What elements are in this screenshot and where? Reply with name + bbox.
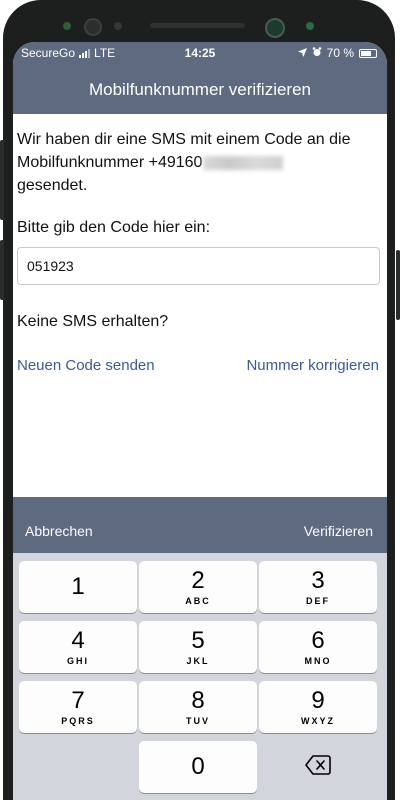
key-1[interactable]: 1 <box>19 561 137 613</box>
phone-frame: SecureGo LTE 14:25 70 % Mobilfunknummer … <box>0 0 400 800</box>
volume-button <box>0 240 4 300</box>
volume-button <box>0 140 4 220</box>
backspace-key[interactable] <box>259 741 377 793</box>
status-bar: SecureGo LTE 14:25 70 % <box>13 42 387 66</box>
key-number: 5 <box>191 627 205 654</box>
app-header: SecureGo LTE 14:25 70 % Mobilfunknummer … <box>13 42 387 114</box>
key-letters: MNO <box>304 656 332 666</box>
resend-code-link[interactable]: Neuen Code senden <box>17 357 155 374</box>
key-7[interactable]: 7 PQRS <box>19 681 137 733</box>
page-title: Mobilfunknummer verifizieren <box>88 80 312 99</box>
redacted-number <box>203 155 284 170</box>
key-number: 0 <box>191 753 205 780</box>
key-letters: ABC <box>185 596 211 606</box>
key-number: 8 <box>191 687 205 714</box>
key-number: 7 <box>71 687 85 714</box>
keyboard-toolbar: Abbrechen Verifizieren <box>13 497 387 553</box>
no-sms-text: Keine SMS erhalten? <box>17 313 169 330</box>
key-letters: JKL <box>186 656 210 666</box>
key-6[interactable]: 6 MNO <box>259 621 377 673</box>
key-0[interactable]: 0 <box>139 741 257 793</box>
key-letters: TUV <box>186 716 210 726</box>
phone-sensors <box>0 0 400 44</box>
location-icon <box>297 46 307 60</box>
message-text: Wir haben dir eine SMS mit einem Code an… <box>17 131 351 171</box>
sensor-dot <box>63 22 71 30</box>
battery-percent: 70 % <box>326 46 354 60</box>
code-input-box[interactable] <box>17 247 380 285</box>
verify-button[interactable]: Verifizieren <box>304 523 373 539</box>
key-number: 2 <box>191 567 205 594</box>
key-number: 4 <box>71 627 85 654</box>
earpiece-speaker <box>150 23 245 28</box>
app-screen: SecureGo LTE 14:25 70 % Mobilfunknummer … <box>13 42 387 800</box>
code-label: Bitte gib den Code hier ein: <box>17 219 211 236</box>
code-input[interactable] <box>18 248 379 284</box>
key-9[interactable]: 9 WXYZ <box>259 681 377 733</box>
front-camera <box>84 18 102 36</box>
backspace-icon <box>305 754 331 780</box>
key-number: 3 <box>311 567 325 594</box>
key-letters: GHI <box>66 656 89 666</box>
alarm-icon <box>312 46 322 60</box>
key-number: 6 <box>311 627 325 654</box>
key-5[interactable]: 5 JKL <box>139 621 257 673</box>
key-number: 1 <box>71 573 85 600</box>
battery-icon <box>359 48 377 58</box>
key-4[interactable]: 4 GHI <box>19 621 137 673</box>
cancel-button[interactable]: Abbrechen <box>25 523 93 539</box>
verification-message: Wir haben dir eine SMS mit einem Code an… <box>17 128 379 197</box>
iris-camera <box>265 18 285 38</box>
key-3[interactable]: 3 DEF <box>259 561 377 613</box>
key-2[interactable]: 2 ABC <box>139 561 257 613</box>
key-number: 9 <box>311 687 325 714</box>
correct-number-link[interactable]: Nummer korrigieren <box>246 357 379 374</box>
key-letters: DEF <box>306 596 330 606</box>
key-letters: PQRS <box>61 716 95 726</box>
key-letters: WXYZ <box>301 716 335 726</box>
sensor-dot <box>114 22 122 30</box>
key-8[interactable]: 8 TUV <box>139 681 257 733</box>
status-indicators: 70 % <box>297 46 377 60</box>
message-text-end: gesendet. <box>17 177 88 194</box>
power-button <box>396 250 400 320</box>
sensor-dot <box>306 22 314 30</box>
numeric-keypad: 1 2 ABC 3 DEF 4 GHI 5 JKL 6 MNO 7 PQRS 8 TUV 9 W… <box>13 553 387 800</box>
